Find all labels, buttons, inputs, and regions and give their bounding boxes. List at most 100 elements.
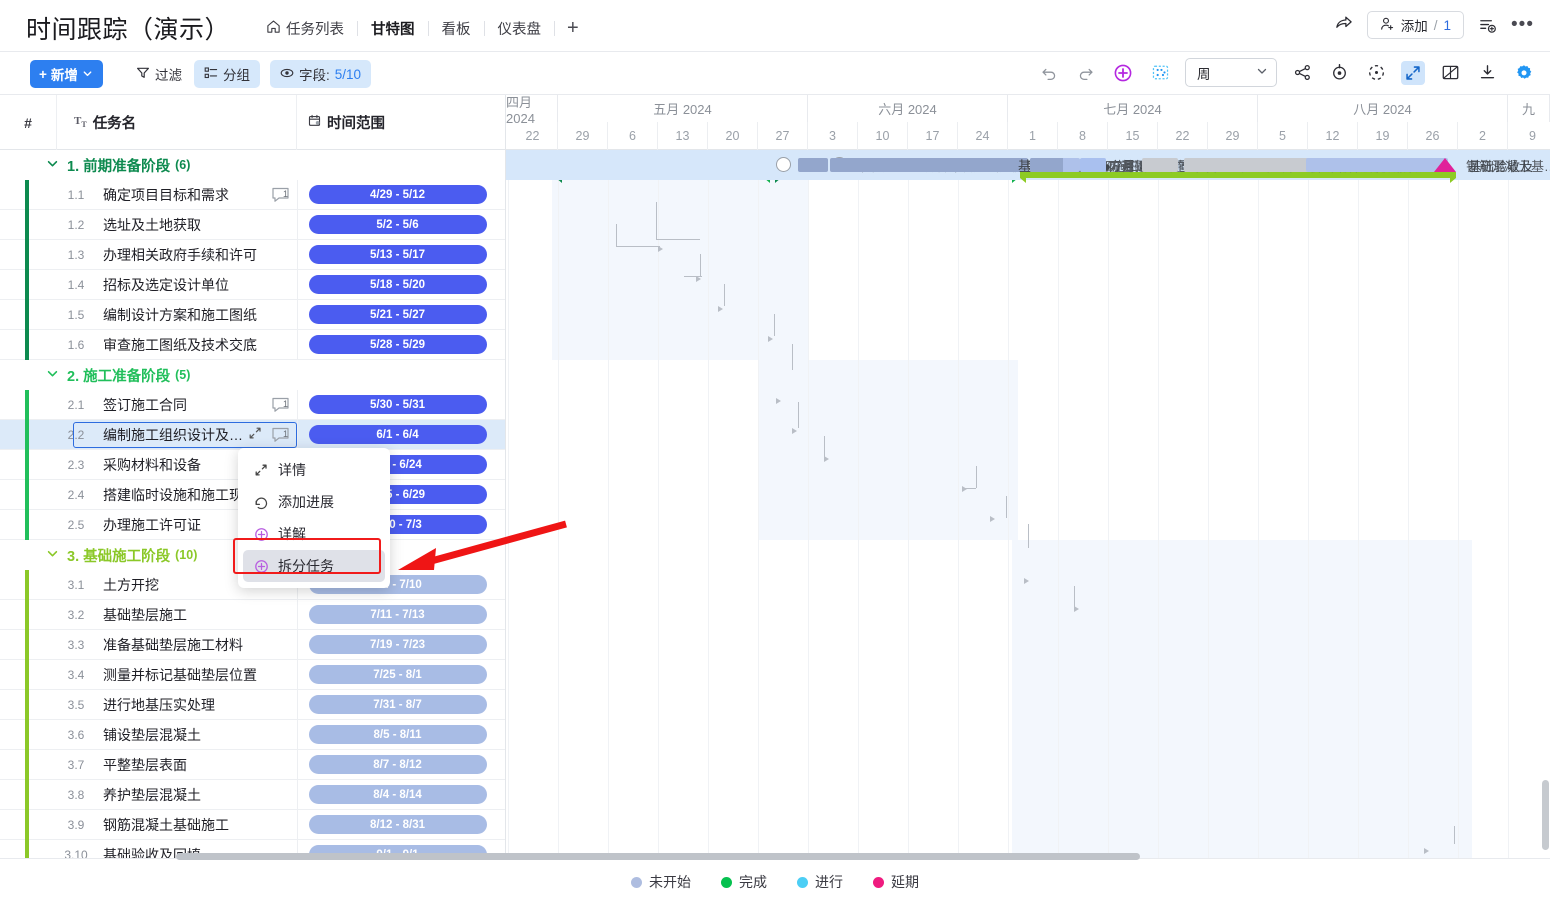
fields-button[interactable]: 字段: 5/10 (270, 60, 372, 88)
column-header-index: # (0, 95, 57, 150)
horizontal-scrollbar[interactable] (176, 853, 1140, 860)
group-button[interactable]: 分组 (194, 60, 260, 88)
timeline-month: 七月 2024 (1008, 95, 1258, 122)
row-date-cell[interactable]: 5/18 - 5/20 (297, 269, 497, 300)
row-index: 3.10 (64, 847, 88, 859)
row-date-cell[interactable]: 5/30 - 5/31 (297, 389, 497, 420)
table-row[interactable]: 3.6 铺设垫层混凝土 8/5 - 8/11 (0, 719, 505, 750)
context-menu-item-detail[interactable]: 详情 (243, 454, 385, 486)
group-header-2[interactable]: 2. 施工准备阶段 (5) (0, 360, 505, 390)
timeline-month: 四月 2024 (506, 95, 558, 126)
table-row[interactable]: 1.6 审查施工图纸及技术交底 5/28 - 5/29 (0, 329, 505, 360)
chevron-down-icon[interactable] (46, 547, 59, 563)
table-row[interactable]: 3.9 钢筋混凝土基础施工 8/12 - 8/31 (0, 809, 505, 840)
page-title: 时间跟踪（演示） (26, 16, 231, 44)
baseline-icon[interactable] (1148, 61, 1172, 85)
vertical-scrollbar[interactable] (1542, 780, 1549, 850)
row-date-cell[interactable]: 5/13 - 5/17 (297, 239, 497, 270)
split-view-icon[interactable] (1438, 61, 1462, 85)
table-row[interactable]: 1.2 选址及土地获取 5/2 - 5/6 (0, 209, 505, 240)
new-task-button[interactable]: + 新增 (30, 60, 103, 88)
gear-icon[interactable] (1512, 61, 1536, 85)
table-row[interactable]: 3.8 养护垫层混凝土 8/4 - 8/14 (0, 779, 505, 810)
redo-icon[interactable] (1074, 61, 1098, 85)
row-date-cell[interactable]: 5/2 - 5/6 (297, 209, 497, 240)
table-row[interactable]: 1.3 办理相关政府手续和许可 5/13 - 5/17 (0, 239, 505, 270)
comment-badge[interactable]: 1 (270, 186, 292, 204)
column-header-date-range[interactable]: 时间范围 (297, 95, 505, 150)
table-row[interactable]: 3.5 进行地基压实处理 7/31 - 8/7 (0, 689, 505, 720)
table-row[interactable]: 3.2 基础垫层施工 7/11 - 7/13 (0, 599, 505, 630)
row-accent (25, 570, 29, 600)
table-row[interactable]: 1.1 确定项目目标和需求 1 4/29 - 5/12 (0, 179, 505, 210)
timeline-week: 26 (1408, 122, 1458, 150)
gantt-milestone[interactable] (1434, 158, 1456, 172)
chevron-down-icon[interactable] (46, 157, 59, 173)
chevron-down-icon[interactable] (46, 367, 59, 383)
expand-detail-icon[interactable] (248, 426, 262, 443)
comment-badge[interactable]: 1 (270, 426, 292, 444)
target-icon[interactable] (1327, 61, 1351, 85)
date-pill: 8/4 - 8/14 (308, 785, 487, 804)
row-index: 3.4 (67, 667, 85, 682)
add-member-slash: / (1433, 17, 1438, 33)
row-date-cell[interactable]: 7/11 - 7/13 (297, 599, 497, 630)
row-date-cell[interactable]: 6/1 - 6/4 (297, 419, 497, 450)
row-date-cell[interactable]: 4/29 - 5/12 (297, 179, 497, 210)
undo-icon[interactable] (1037, 61, 1061, 85)
table-row[interactable]: 1.4 招标及选定设计单位 5/18 - 5/20 (0, 269, 505, 300)
row-date-cell[interactable]: 8/5 - 8/11 (297, 719, 497, 750)
filter-label: 过滤 (155, 68, 182, 83)
tab-kanban[interactable]: 看板 (429, 13, 484, 43)
row-task-name: 办理相关政府手续和许可 (103, 246, 257, 263)
column-header-name[interactable]: TT 任务名 (57, 95, 297, 150)
more-horizontal-icon[interactable]: ••• (1511, 15, 1534, 34)
date-pill: 7/31 - 8/7 (308, 695, 487, 714)
tab-dashboard[interactable]: 仪表盘 (485, 13, 555, 43)
comment-badge[interactable]: 1 (270, 396, 292, 414)
share-icon[interactable] (1334, 13, 1353, 37)
timeline-week: 22 (1158, 122, 1208, 150)
row-date-cell[interactable]: 7/25 - 8/1 (297, 659, 497, 690)
table-row[interactable]: 3.3 准备基础垫层施工材料 7/19 - 7/23 (0, 629, 505, 660)
group-header-1[interactable]: 1. 前期准备阶段 (6) (0, 150, 505, 180)
row-task-name: 选址及土地获取 (103, 216, 201, 233)
list-add-icon[interactable] (1478, 16, 1497, 35)
row-date-cell[interactable]: 5/28 - 5/29 (297, 329, 497, 360)
task-context-menu[interactable]: 详情 添加进展 详解 拆分任务 (238, 448, 390, 588)
legend-dot (721, 876, 732, 888)
expand-icon[interactable] (1401, 60, 1425, 85)
table-row-selected[interactable]: 2.2 编制施工组织设计及… 1 6/1 - 6/4 (0, 419, 505, 450)
add-circle-icon[interactable] (1111, 61, 1135, 85)
row-accent (25, 390, 29, 420)
row-date-cell[interactable]: 5/21 - 5/27 (297, 299, 497, 330)
add-member-button[interactable]: 添加 / 1 (1366, 11, 1465, 39)
group-icon (204, 66, 218, 83)
share-nodes-icon[interactable] (1290, 61, 1314, 85)
focus-icon[interactable] (1364, 61, 1388, 85)
row-date-cell[interactable]: 8/7 - 8/12 (297, 749, 497, 780)
row-index: 2.5 (67, 517, 85, 532)
add-tab-button[interactable]: + (555, 16, 591, 40)
table-row[interactable]: 3.7 平整垫层表面 8/7 - 8/12 (0, 749, 505, 780)
tab-gantt[interactable]: 甘特图 (358, 13, 428, 55)
context-menu-item-add-progress[interactable]: 添加进展 (243, 486, 385, 518)
row-date-cell[interactable]: 8/4 - 8/14 (297, 779, 497, 810)
dependency-line (656, 202, 657, 240)
tab-task-list[interactable]: 任务列表 (258, 13, 357, 43)
row-date-cell[interactable]: 8/12 - 8/31 (297, 809, 497, 840)
dependency-line (1028, 524, 1029, 548)
context-menu-item-explain[interactable]: 详解 (243, 518, 385, 550)
row-index: 1.2 (67, 217, 85, 232)
dependency-line (774, 314, 775, 336)
filter-button[interactable]: 过滤 (126, 60, 192, 88)
row-date-cell[interactable]: 7/19 - 7/23 (297, 629, 497, 660)
row-date-cell[interactable]: 7/31 - 8/7 (297, 689, 497, 720)
table-row[interactable]: 2.1 签订施工合同 1 5/30 - 5/31 (0, 389, 505, 420)
context-menu-item-split-task[interactable]: 拆分任务 (243, 550, 385, 582)
table-row[interactable]: 1.5 编制设计方案和施工图纸 5/21 - 5/27 (0, 299, 505, 330)
timeline-month: 六月 2024 (808, 95, 1008, 122)
download-icon[interactable] (1475, 61, 1499, 85)
zoom-level-select[interactable]: 周 (1185, 58, 1277, 87)
table-row[interactable]: 3.4 测量并标记基础垫层位置 7/25 - 8/1 (0, 659, 505, 690)
